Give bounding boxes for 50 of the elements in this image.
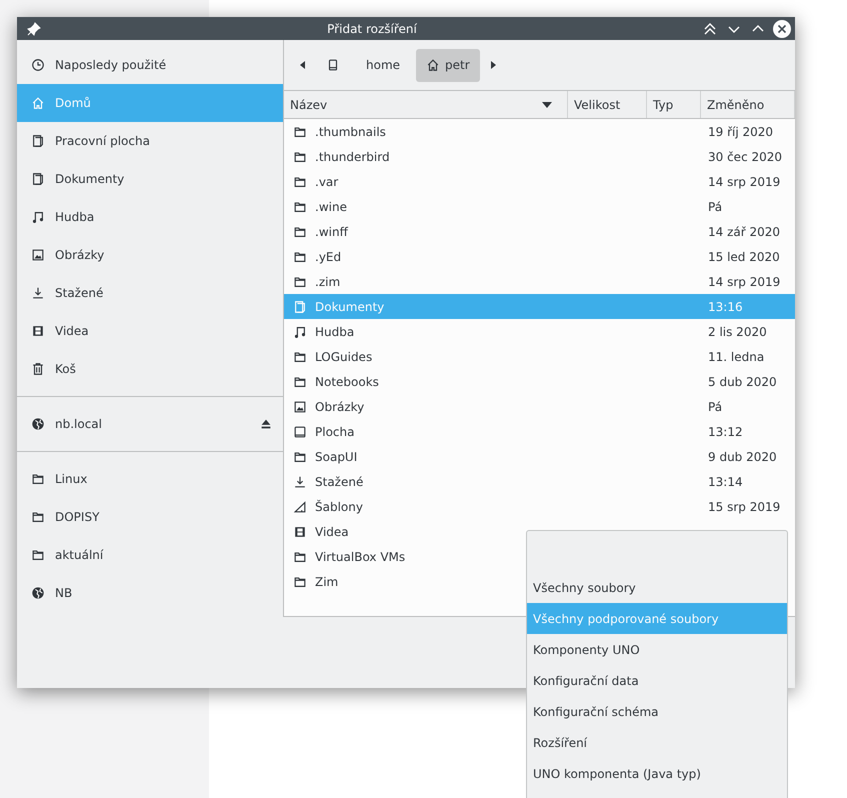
file-name: Obrázky: [315, 400, 364, 414]
sidebar-label: DOPISY: [55, 510, 100, 524]
sidebar-label: NB: [55, 586, 74, 600]
file-name: Hudba: [315, 324, 354, 338]
modified-date: 15 led 2020: [707, 250, 781, 264]
modified-date: 13:12: [707, 424, 744, 438]
modified-date: 14 zář 2020: [707, 224, 782, 238]
modified-date: 2 lis 2020: [707, 324, 768, 338]
sidebar-label: Linux: [55, 472, 88, 486]
file-name: Videa: [315, 524, 349, 538]
modified-date: Pá: [707, 200, 724, 214]
modified-date: 19 říj 2020: [707, 124, 774, 138]
sidebar-label: Hudba: [55, 210, 96, 224]
sidebar-label: Domů: [55, 96, 92, 110]
file-name: Plocha: [315, 424, 354, 438]
file-name: .yEd: [315, 250, 342, 264]
file-name: .wine: [315, 200, 347, 214]
sidebar-label: Pracovní plocha: [55, 134, 151, 148]
sidebar-label: Videa: [55, 324, 90, 338]
file-name: .zim: [315, 274, 340, 288]
file-name: Šablony: [315, 500, 363, 514]
modified-date: 13:14: [707, 474, 744, 488]
sidebar-label: Naposledy použité: [55, 58, 168, 72]
file-name: Notebooks: [315, 374, 379, 388]
sidebar-label: Dokumenty: [55, 172, 126, 186]
file-name: .var: [315, 174, 338, 188]
file-name: LOGuides: [315, 350, 372, 364]
modified-date: 9 dub 2020: [707, 450, 778, 464]
file-name: Dokumenty: [315, 300, 384, 314]
sidebar-label: Stažené: [55, 286, 104, 300]
file-name: VirtualBox VMs: [315, 550, 406, 564]
sidebar-label: aktuální: [55, 548, 104, 562]
window-title: Přidat rozšíření: [326, 22, 418, 36]
sidebar-label: nb.local: [55, 417, 103, 431]
file-name: Zim: [315, 574, 338, 588]
file-name: .thumbnails: [315, 124, 386, 138]
file-name: SoapUI: [315, 450, 358, 464]
file-name: .thunderbird: [315, 150, 390, 164]
modified-date: 30 čec 2020: [707, 150, 784, 164]
sidebar-label: Koš: [55, 362, 77, 376]
modified-date: 14 srp 2019: [707, 274, 782, 288]
modified-date: 13:16: [707, 300, 744, 314]
modified-date: 14 srp 2019: [707, 174, 782, 188]
file-name: .winff: [315, 224, 348, 238]
modified-date: 15 srp 2019: [707, 500, 782, 514]
modified-date: Pá: [707, 400, 724, 414]
modified-date: 11. ledna: [707, 350, 766, 364]
modified-date: 5 dub 2020: [707, 374, 778, 388]
file-name: Stažené: [315, 474, 364, 488]
sidebar-label: Obrázky: [55, 248, 106, 262]
